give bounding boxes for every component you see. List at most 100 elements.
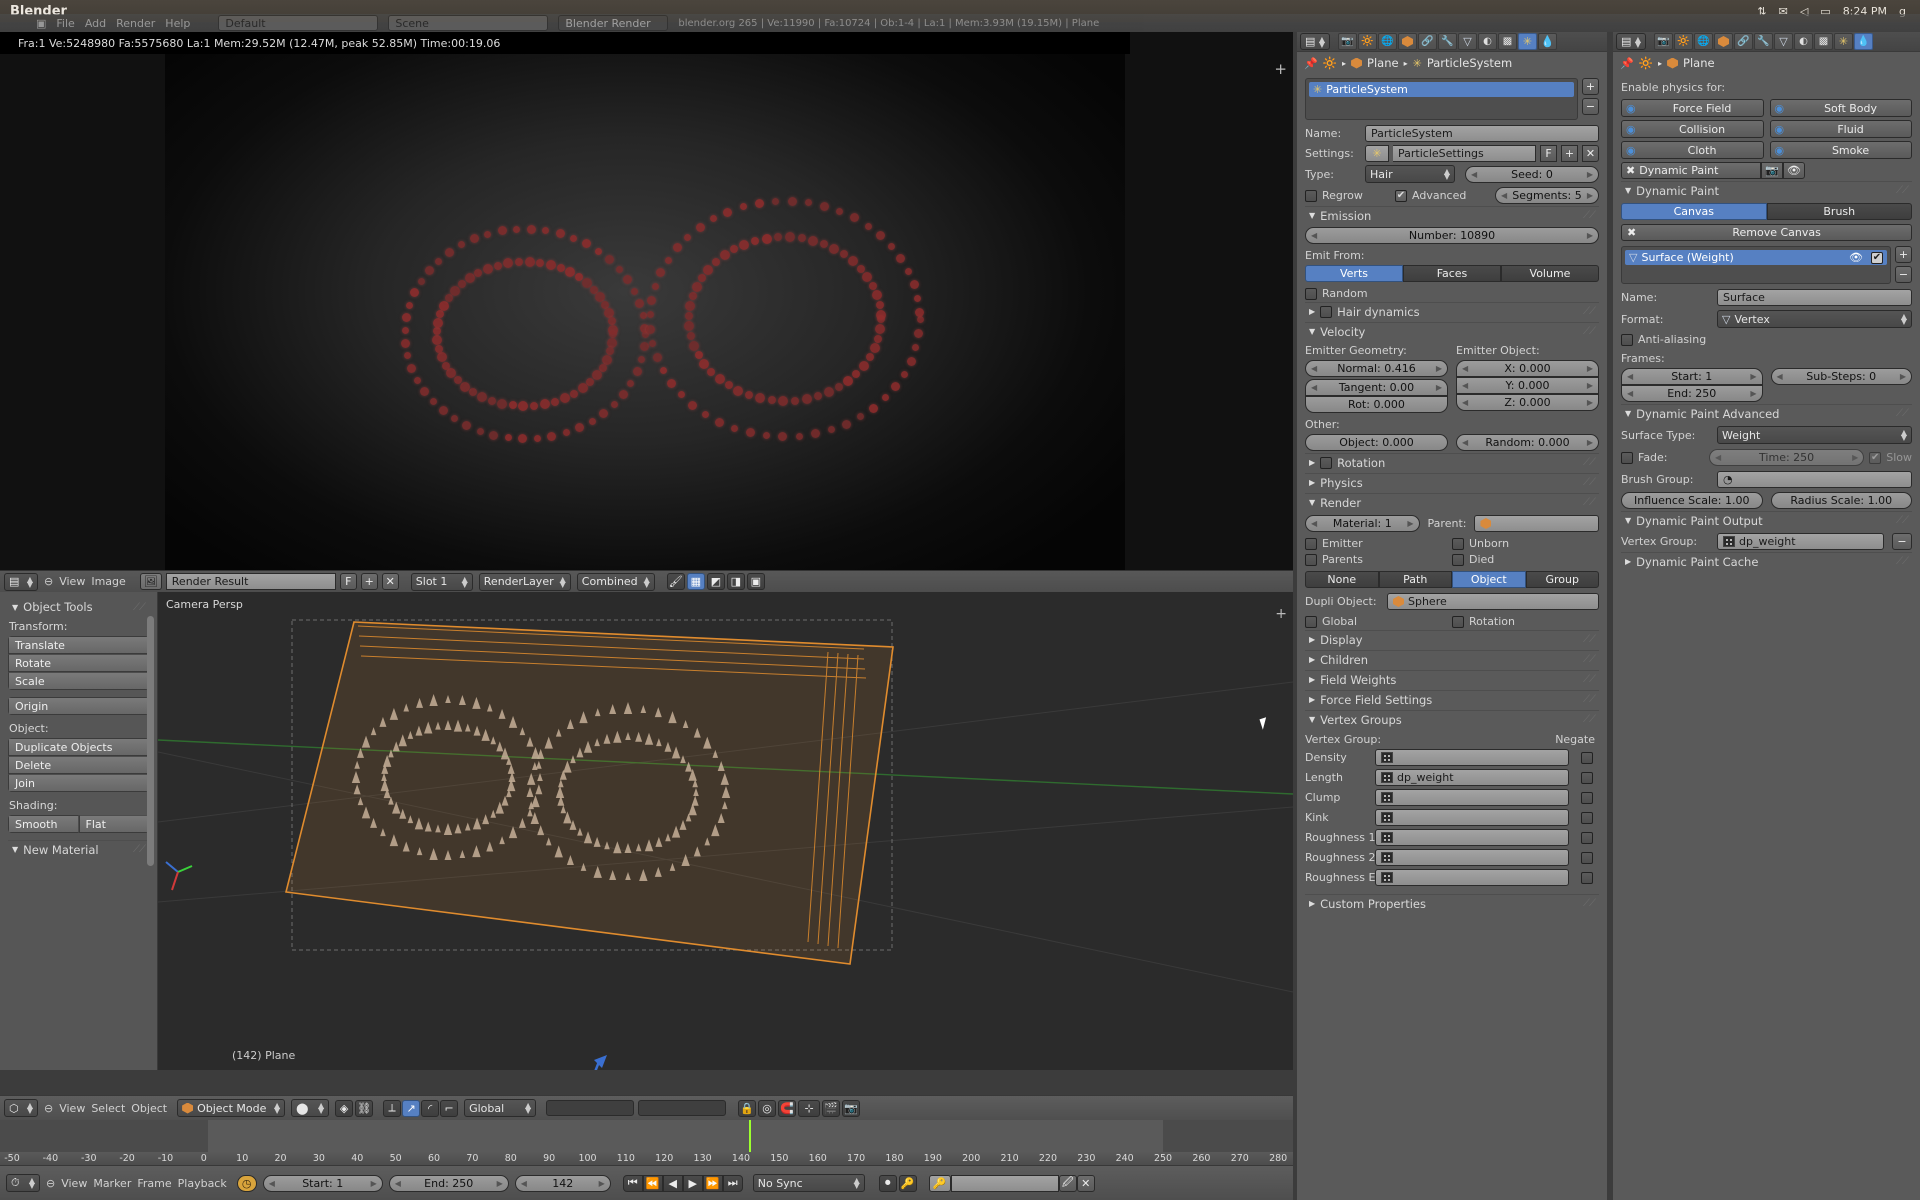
use-preview-range-icon[interactable]: ◷: [236, 1174, 257, 1192]
render-emitter-checkbox[interactable]: [1305, 537, 1317, 550]
tab-scene-physics[interactable]: 🔆: [1674, 33, 1693, 50]
rotation-panel-header[interactable]: ▶ Rotation ⟋⟋: [1305, 453, 1599, 471]
hair-dynamics-panel-header[interactable]: ▶ Hair dynamics ⟋⟋: [1305, 302, 1599, 320]
radius-scale-field[interactable]: Radius Scale: 1.00: [1770, 492, 1912, 509]
tab-modifiers[interactable]: 🔧: [1438, 33, 1457, 50]
breadcrumb-object[interactable]: Plane: [1367, 56, 1399, 70]
viewport-editor-type-selector[interactable]: ⬡ ▲ ▼: [4, 1099, 38, 1117]
frame-end-field[interactable]: ◀ End: 250 ▶: [388, 1174, 509, 1192]
render-panel-header[interactable]: ▼ Render ⟋⟋: [1305, 493, 1599, 511]
velocity-z-field[interactable]: ◀ Z: 0.000 ▶: [1456, 394, 1599, 411]
keying-set-field[interactable]: [950, 1174, 1059, 1192]
timeline-editor-type-selector[interactable]: ⏱ ▲ ▼: [6, 1174, 40, 1192]
dynamic-paint-advanced-panel-header[interactable]: ▼ Dynamic Paint Advanced ⟋⟋: [1621, 404, 1912, 422]
dupli-rotation-checkbox[interactable]: [1452, 615, 1464, 628]
insert-keyframe-button[interactable]: 🖉: [1058, 1174, 1077, 1192]
tab-particles-physics[interactable]: ✳: [1834, 33, 1853, 50]
velocity-tangent-field[interactable]: ◀ Tangent: 0.00 ▶: [1305, 379, 1448, 396]
segments-field[interactable]: ◀ Segments: 5 ▶: [1495, 187, 1599, 204]
render-mode-group-button[interactable]: Group: [1525, 571, 1599, 588]
translate-button[interactable]: Translate: [8, 636, 149, 654]
interaction-mode-dropdown[interactable]: Object Mode ▲ ▼: [177, 1099, 286, 1117]
velocity-y-field[interactable]: ◀ Y: 0.000 ▶: [1456, 377, 1599, 394]
rotate-button[interactable]: Rotate: [8, 654, 149, 672]
viewport-shading-dropdown[interactable]: ⬤ ▲ ▼: [291, 1099, 330, 1117]
frames-start-field[interactable]: ◀ Start: 1 ▶: [1621, 368, 1763, 385]
particle-system-list[interactable]: ✳ ParticleSystem: [1305, 78, 1578, 120]
scale-manipulator-icon[interactable]: ⌐: [440, 1099, 459, 1117]
image-datablock-name[interactable]: Render Result: [165, 573, 336, 590]
seed-field[interactable]: ◀ Seed: 0 ▶: [1465, 165, 1599, 183]
tab-texture-physics[interactable]: ▩: [1814, 33, 1833, 50]
collapse-menus-icon[interactable]: ⊖: [44, 575, 53, 588]
surface-list-item[interactable]: ▽ Surface (Weight) 👁 ✔: [1625, 250, 1887, 265]
influence-scale-field[interactable]: Influence Scale: 1.00: [1621, 492, 1763, 509]
force-field-settings-panel-header[interactable]: ▶ Force Field Settings ⟋⟋: [1305, 690, 1599, 708]
vertex-group-row-field[interactable]: [1375, 809, 1569, 826]
fade-checkbox[interactable]: [1621, 451, 1633, 464]
surface-enable-checkbox[interactable]: ✔: [1871, 251, 1883, 264]
physics-panel-header[interactable]: ▶ Physics ⟋⟋: [1305, 473, 1599, 491]
toolshelf-scrollbar[interactable]: [147, 616, 154, 866]
render-pass-dropdown[interactable]: Combined ▲ ▼: [576, 572, 655, 591]
remove-particle-system-button[interactable]: −: [1582, 98, 1599, 115]
regrow-checkbox[interactable]: [1305, 189, 1317, 202]
tab-texture[interactable]: ▩: [1498, 33, 1517, 50]
dynamic-paint-render-toggle[interactable]: 📷: [1761, 162, 1783, 179]
physics-button-force-field[interactable]: ◉ Force Field: [1621, 99, 1764, 117]
particle-system-list-item[interactable]: ✳ ParticleSystem: [1309, 82, 1574, 97]
render-mode-object-button[interactable]: Object: [1452, 571, 1526, 588]
emission-number-field[interactable]: ◀ Number: 10890 ▶: [1305, 227, 1599, 244]
timeline-menu-marker[interactable]: Marker: [93, 1177, 131, 1190]
surface-name-field[interactable]: Surface: [1717, 289, 1912, 306]
dupli-object-field[interactable]: Sphere: [1387, 593, 1599, 610]
delete-keyframe-button[interactable]: ✕: [1076, 1174, 1095, 1192]
render-material-field[interactable]: ◀ Material: 1 ▶: [1305, 515, 1420, 532]
editor-type-selector[interactable]: ▤ ▲ ▼: [4, 572, 38, 591]
object-tools-panel-header[interactable]: ▼ Object Tools ⟋⟋: [8, 598, 149, 616]
render-mode-none-button[interactable]: None: [1305, 571, 1379, 588]
emit-from-volume-button[interactable]: Volume: [1501, 265, 1599, 282]
emit-from-verts-button[interactable]: Verts: [1305, 265, 1403, 282]
breadcrumb-object-physics[interactable]: Plane: [1683, 56, 1715, 70]
rotation-checkbox[interactable]: [1320, 456, 1333, 469]
viewport-menu-view[interactable]: View: [59, 1102, 85, 1115]
snapshot-icon[interactable]: ▣: [746, 573, 765, 590]
new-settings-button[interactable]: +: [1561, 145, 1578, 162]
tab-particles[interactable]: ✳: [1518, 33, 1537, 50]
lock-layers-icon[interactable]: 🔒: [738, 1099, 757, 1117]
image-menu-view[interactable]: View: [59, 575, 85, 588]
play-button[interactable]: ▶: [682, 1174, 703, 1192]
add-particle-system-button[interactable]: +: [1582, 78, 1599, 95]
random-checkbox[interactable]: [1305, 287, 1317, 300]
vertex-group-negate-checkbox[interactable]: [1581, 871, 1593, 884]
children-panel-header[interactable]: ▶ Children ⟋⟋: [1305, 650, 1599, 668]
slow-checkbox[interactable]: ✔: [1869, 451, 1882, 464]
pin-id-icon[interactable]: 📌: [1304, 57, 1318, 70]
remove-canvas-button[interactable]: ✖ Remove Canvas: [1621, 224, 1912, 241]
dynamic-paint-output-panel-header[interactable]: ▼ Dynamic Paint Output ⟋⟋: [1621, 511, 1912, 529]
panel-expand-plus-icon[interactable]: +: [1274, 60, 1287, 78]
particle-settings-icon[interactable]: ✳: [1365, 145, 1389, 162]
hair-dynamics-checkbox[interactable]: [1320, 305, 1333, 318]
render-layer-dropdown[interactable]: RenderLayer ▲ ▼: [478, 572, 571, 591]
velocity-rot-field[interactable]: Rot: 0.000: [1305, 396, 1448, 413]
frames-end-field[interactable]: ◀ End: 250 ▶: [1621, 385, 1763, 402]
display-panel-header[interactable]: ▶ Display ⟋⟋: [1305, 630, 1599, 648]
vertex-group-row-field[interactable]: [1375, 829, 1569, 846]
shade-flat-button[interactable]: Flat: [78, 815, 149, 833]
particle-name-field[interactable]: ParticleSystem: [1365, 125, 1599, 142]
vertex-group-negate-checkbox[interactable]: [1581, 811, 1593, 824]
velocity-object-field[interactable]: Object: 0.000: [1305, 434, 1448, 451]
render-parent-field[interactable]: [1474, 515, 1600, 532]
render-died-checkbox[interactable]: [1452, 553, 1464, 566]
new-image-button[interactable]: +: [360, 573, 378, 590]
physics-button-collision[interactable]: ◉ Collision: [1621, 120, 1764, 138]
sub-steps-field[interactable]: ◀ Sub-Steps: 0 ▶: [1770, 368, 1912, 385]
play-reverse-button[interactable]: ◀: [662, 1174, 683, 1192]
tab-world[interactable]: 🌐: [1378, 33, 1397, 50]
surface-format-dropdown[interactable]: ▽ Vertex ▲ ▼: [1717, 310, 1912, 328]
tab-data-physics[interactable]: ▽: [1774, 33, 1793, 50]
new-material-panel-header[interactable]: ▼ New Material ⟋⟋: [8, 840, 149, 858]
frame-start-field[interactable]: ◀ Start: 1 ▶: [262, 1174, 383, 1192]
